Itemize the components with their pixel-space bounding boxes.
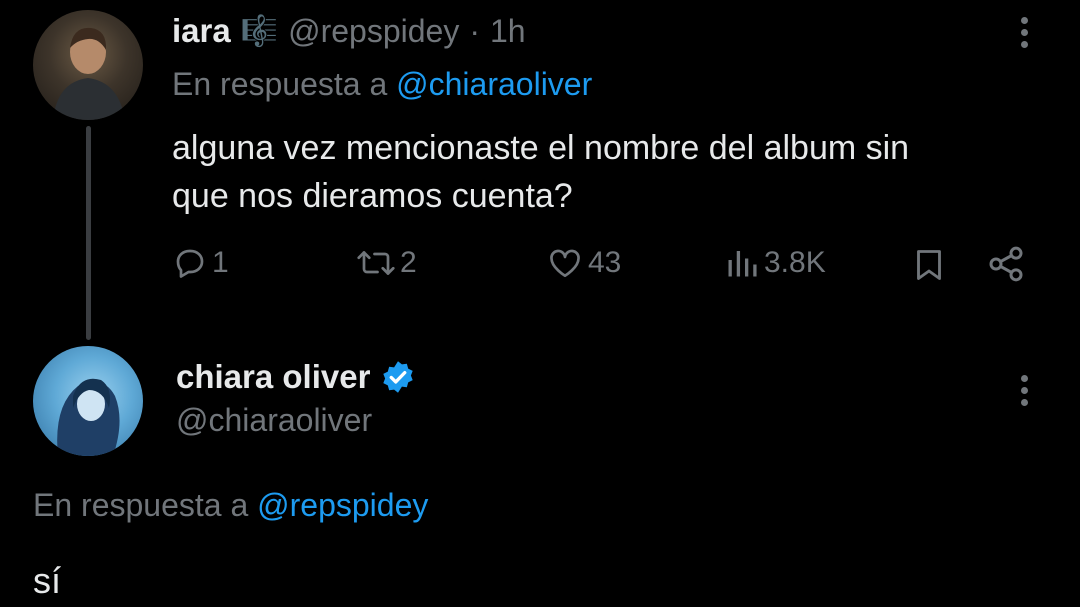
main-tweet-text: sí <box>33 560 62 601</box>
retweet-count: 2 <box>400 246 417 279</box>
avatar-image <box>53 27 125 120</box>
heart-icon <box>550 249 580 278</box>
retweet-icon <box>357 251 395 275</box>
timestamp[interactable]: 1h <box>490 13 526 50</box>
more-options-icon[interactable] <box>1018 375 1030 406</box>
retweet-button[interactable]: 2 <box>356 245 417 281</box>
views-button[interactable]: 3.8K <box>724 245 826 281</box>
avatar-chiara-oliver[interactable] <box>33 346 143 456</box>
separator-dot: · <box>469 12 480 49</box>
share-button[interactable] <box>986 244 1026 289</box>
thread-connector-line <box>86 126 91 340</box>
in-reply-to-prefix: En respuesta a <box>172 66 388 102</box>
avatar-image <box>57 378 120 456</box>
in-reply-to-handle-link[interactable]: @repspidey <box>257 487 428 523</box>
handle[interactable]: @repspidey <box>288 13 459 50</box>
verified-badge-icon <box>383 361 414 393</box>
bookmark-icon <box>917 250 941 280</box>
views-count: 3.8K <box>764 246 826 279</box>
reply-count: 1 <box>212 246 229 279</box>
music-emoji-icon: 🎼 <box>240 14 279 48</box>
display-name[interactable]: chiara oliver <box>176 358 370 396</box>
tweet-text-line: que nos dieramos cuenta? <box>172 177 573 215</box>
reply-header: iara 🎼 @repspidey · 1h <box>172 12 526 50</box>
in-reply-to: En respuesta a @chiaraoliver <box>172 66 592 103</box>
like-button[interactable]: 43 <box>546 245 621 281</box>
in-reply-to-prefix: En respuesta a <box>33 487 249 523</box>
tweet-text-line: alguna vez mencionaste el nombre del alb… <box>172 129 910 167</box>
more-options-icon[interactable] <box>1018 17 1030 48</box>
reply-icon <box>176 249 204 278</box>
bookmark-button[interactable] <box>911 246 947 289</box>
tweet-text: alguna vez mencionaste el nombre del alb… <box>172 124 909 220</box>
display-name[interactable]: iara <box>172 12 231 50</box>
author-header: chiara oliver <box>176 358 416 396</box>
avatar-iara[interactable] <box>33 10 143 120</box>
share-icon <box>989 246 1023 282</box>
author-handle[interactable]: @chiaraoliver <box>176 402 372 439</box>
like-count: 43 <box>588 246 622 279</box>
in-reply-to: En respuesta a @repspidey <box>33 487 428 524</box>
views-chart-icon <box>728 251 757 277</box>
in-reply-to-handle-link[interactable]: @chiaraoliver <box>396 66 592 102</box>
reply-button[interactable]: 1 <box>172 245 229 281</box>
